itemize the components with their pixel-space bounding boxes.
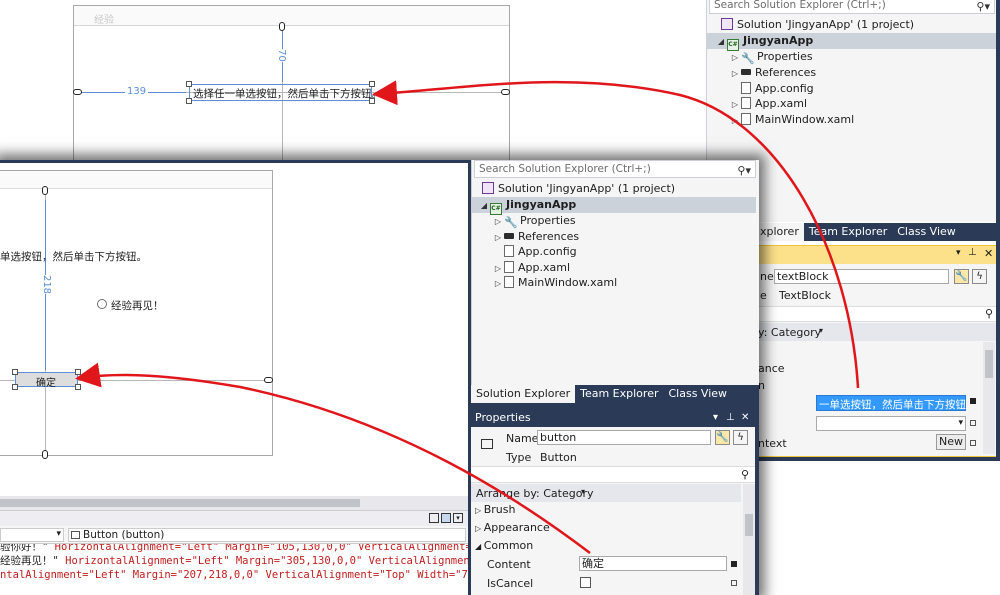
annotation-arrows (75, 80, 860, 554)
arrow-textblock (372, 80, 860, 389)
arrow-button (75, 362, 591, 554)
